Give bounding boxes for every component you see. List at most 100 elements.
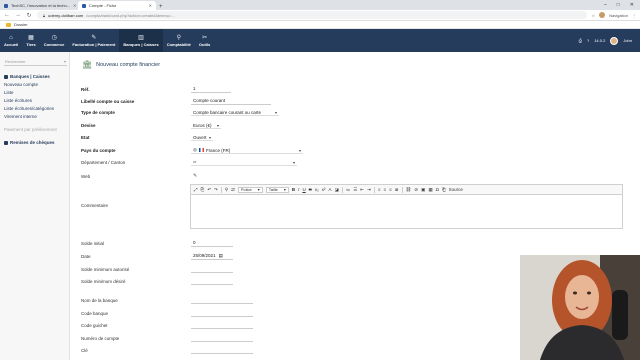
- menu-dots-icon[interactable]: ⋮: [632, 13, 636, 18]
- menu-facturation[interactable]: ✎ Facturation | Paiement: [68, 29, 119, 52]
- sidebar-item-liste-ecritures-categories[interactable]: Liste écritures/catégories: [4, 106, 65, 111]
- user-name[interactable]: John: [623, 38, 632, 43]
- minimize-icon[interactable]: –: [604, 2, 607, 8]
- sidebar-item-nouveau-compte[interactable]: Nouveau compte: [4, 82, 65, 87]
- star-icon[interactable]: ☆: [592, 13, 596, 18]
- maximize-icon[interactable]: □: [617, 2, 620, 8]
- sidebar-section-banques: Banques | Caisses Nouveau compte Liste L…: [4, 74, 65, 119]
- invoice-icon: ✎: [91, 34, 97, 41]
- type-label: Type de compte: [81, 110, 115, 115]
- indent-icon[interactable]: ⇥: [367, 187, 371, 193]
- menu-tiers[interactable]: ▦ Tiers: [22, 29, 40, 52]
- numbered-list-icon[interactable]: ≔: [346, 187, 351, 193]
- devise-select[interactable]: Euros (€) ▾: [191, 122, 221, 129]
- undo-icon[interactable]: ↶: [207, 187, 211, 193]
- back-icon[interactable]: ←: [4, 12, 10, 18]
- bold-icon[interactable]: B: [292, 187, 295, 192]
- text-color-icon[interactable]: A: [328, 187, 331, 192]
- underline-icon[interactable]: U: [302, 187, 305, 192]
- reload-icon[interactable]: ↻: [26, 12, 32, 19]
- italic-icon[interactable]: I: [298, 187, 299, 192]
- font-select[interactable]: Police ▾: [237, 186, 263, 193]
- align-center-icon[interactable]: ≡: [383, 187, 386, 192]
- nom-banque-input[interactable]: [191, 296, 253, 304]
- calendar-icon[interactable]: ▤: [219, 253, 223, 259]
- align-justify-icon[interactable]: ≣: [395, 187, 399, 193]
- numero-compte-label: Numéro de compte: [81, 335, 120, 341]
- row-nom-banque: Nom de la banque: [81, 296, 253, 304]
- url-host: udemy-dolibarr.com: [48, 12, 84, 18]
- special-char-icon[interactable]: Ω: [436, 187, 439, 192]
- outdent-icon[interactable]: ⇤: [360, 187, 364, 193]
- strike-icon[interactable]: S: [309, 187, 312, 192]
- departement-label: Département / Canton: [81, 160, 126, 165]
- menu-comptabilite[interactable]: ⚲ Comptabilité: [163, 29, 195, 52]
- print-icon[interactable]: ⎙: [579, 38, 582, 43]
- size-select[interactable]: Taille ▾: [265, 186, 289, 193]
- libelle-input[interactable]: Compte courant: [191, 97, 271, 105]
- solde-initial-input[interactable]: 0: [191, 239, 233, 247]
- subscript-icon[interactable]: x₂: [315, 187, 319, 192]
- date-input[interactable]: 25/09/2021 ▤: [191, 252, 233, 260]
- code-banque-input[interactable]: [191, 309, 253, 317]
- close-icon[interactable]: ✕: [73, 3, 76, 8]
- profile-avatar[interactable]: [599, 12, 606, 18]
- presenter-video: [520, 255, 640, 360]
- bullet-list-icon[interactable]: ☰: [353, 187, 357, 193]
- align-right-icon[interactable]: ≡: [389, 187, 392, 192]
- separator: [220, 186, 222, 193]
- close-window-icon[interactable]: ✕: [630, 2, 634, 8]
- url-field[interactable]: 🔒︎ udemy-dolibarr.com /compta/bank/card.…: [37, 11, 587, 19]
- link-icon[interactable]: ⛓︎: [406, 187, 412, 193]
- chevron-down-icon: ▾: [298, 147, 301, 153]
- browser-tab-techsc[interactable]: TechSC, l'innovation et la techn... ✕: [0, 1, 78, 10]
- forward-icon[interactable]: →: [15, 12, 21, 18]
- row-type: Type de compte Compte bancaire courant o…: [81, 109, 279, 116]
- sidebar-heading[interactable]: Remises de chèques: [4, 140, 65, 145]
- maximize-icon[interactable]: ⤢: [194, 187, 198, 192]
- pays-select[interactable]: ◎ France (FR) ▾: [191, 147, 303, 154]
- bookmark-folder[interactable]: Dossier: [14, 22, 28, 27]
- paste-icon[interactable]: ⎘: [201, 187, 205, 192]
- user-avatar[interactable]: [610, 36, 619, 45]
- replace-icon[interactable]: ⇄: [231, 187, 235, 193]
- menu-outils[interactable]: ✂ Outils: [195, 29, 214, 52]
- source-icon[interactable]: ⎗: [442, 187, 446, 192]
- devise-select-value: Euros (€): [193, 122, 212, 128]
- close-icon[interactable]: ✕: [149, 3, 152, 8]
- table-icon[interactable]: ▦: [428, 187, 432, 193]
- menu-accueil[interactable]: ⌂ Accueil: [0, 29, 22, 52]
- image-icon[interactable]: ▣: [421, 187, 425, 193]
- menu-commerce[interactable]: ◷ Commerce: [40, 29, 69, 52]
- bg-color-icon[interactable]: ◪: [334, 187, 338, 193]
- numero-compte-input[interactable]: [191, 334, 253, 342]
- nom-banque-label: Nom de la banque: [81, 297, 118, 303]
- sidebar-item-virement-interne[interactable]: Virement interne: [4, 114, 65, 119]
- code-guichet-input[interactable]: [191, 321, 253, 329]
- help-icon[interactable]: ?: [587, 38, 589, 43]
- find-icon[interactable]: ⚲: [225, 187, 228, 193]
- solde-min-desire-input[interactable]: [191, 277, 233, 285]
- cle-input[interactable]: [191, 346, 253, 354]
- superscript-icon[interactable]: x²: [322, 187, 326, 192]
- ref-input[interactable]: 1: [191, 85, 231, 93]
- menu-banques[interactable]: ▥ Banques | Caisses: [119, 29, 163, 52]
- sidebar-item-liste[interactable]: Liste: [4, 90, 65, 95]
- solde-min-autorise-input[interactable]: [191, 265, 233, 273]
- departement-select[interactable]: ▱ ▾: [191, 159, 297, 166]
- sidebar-search[interactable]: Rechercher ▾: [4, 58, 67, 66]
- etat-select[interactable]: Ouvert ▾: [191, 134, 213, 141]
- align-left-icon[interactable]: ≡: [378, 187, 381, 192]
- ref-label: Réf.: [81, 86, 90, 92]
- unlink-icon[interactable]: ⊘: [414, 187, 418, 193]
- browser-tab-compte[interactable]: Compte - Fiche ✕: [78, 1, 156, 10]
- source-button[interactable]: Source: [449, 187, 463, 192]
- editor-body[interactable]: [191, 195, 622, 228]
- type-select[interactable]: Compte bancaire courant ou carte ▾: [191, 109, 279, 116]
- sidebar-item-liste-ecritures[interactable]: Liste écritures: [4, 98, 65, 103]
- web-input[interactable]: ✎: [191, 172, 271, 180]
- building-icon: ▦: [28, 34, 34, 41]
- sidebar-heading[interactable]: Banques | Caisses: [4, 74, 65, 79]
- redo-icon[interactable]: ↷: [214, 187, 218, 193]
- row-pays: Pays du compte ◎ France (FR) ▾: [81, 147, 303, 154]
